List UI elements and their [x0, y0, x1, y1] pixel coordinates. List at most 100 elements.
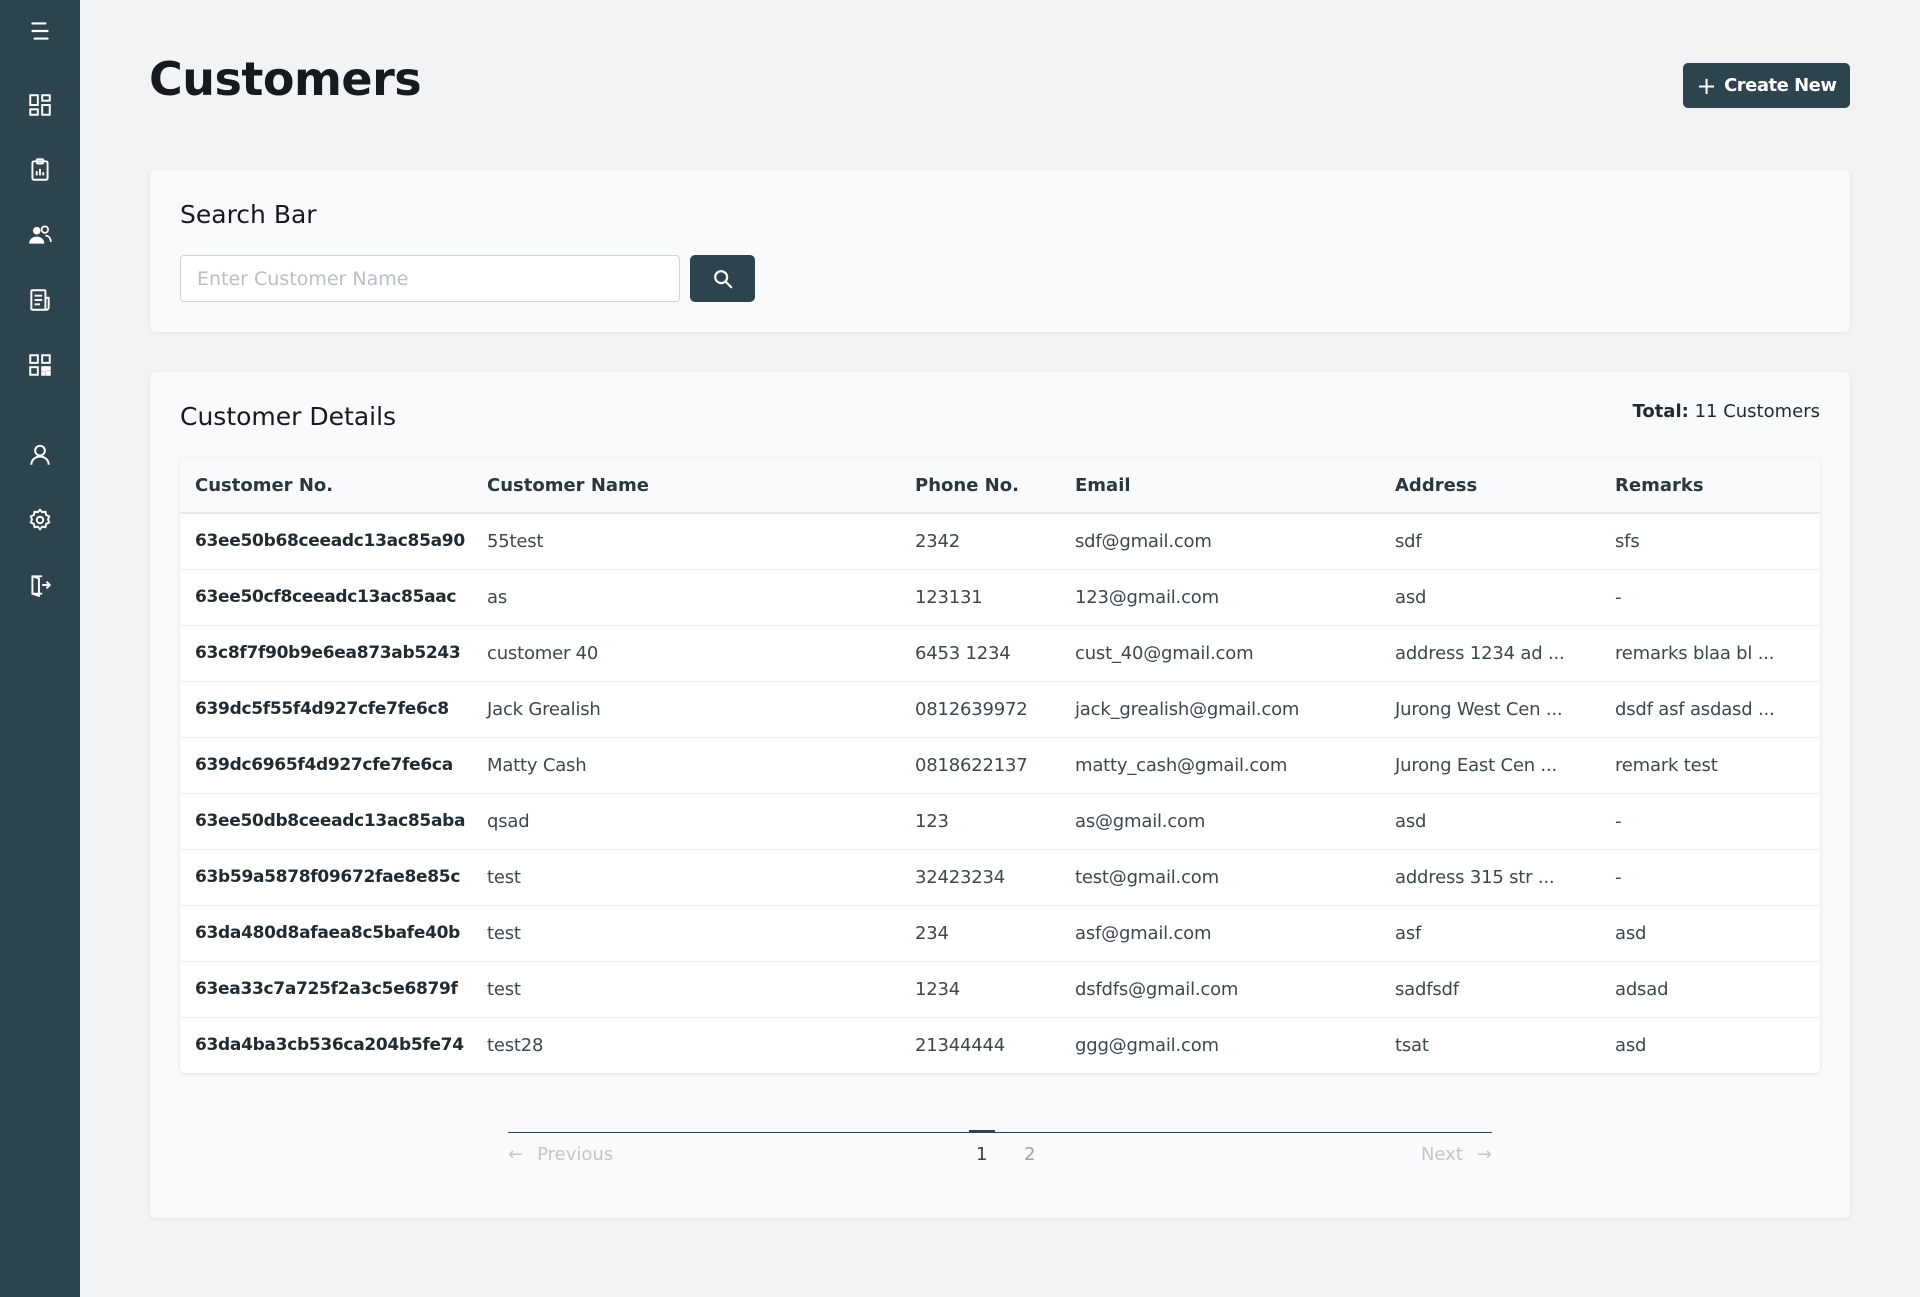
- address-cell: Jurong East Cen ...: [1395, 754, 1557, 776]
- remarks-cell: asd: [1615, 1034, 1647, 1056]
- column-header[interactable]: Address: [1380, 458, 1600, 513]
- remarks-cell: dsdf asf asdasd ...: [1615, 698, 1775, 720]
- customer-no-cell: 63da480d8afaea8c5bafe40b: [195, 923, 461, 943]
- logout-icon[interactable]: [20, 565, 60, 605]
- create-new-label: Create New: [1724, 75, 1837, 96]
- phone-cell: 6453 1234: [915, 642, 1011, 664]
- table-row[interactable]: 639dc5f55f4d927cfe7fe6c8 Jack Grealish 081…: [180, 681, 1820, 737]
- email-cell: cust_40@gmail.com: [1075, 642, 1254, 664]
- column-header[interactable]: Customer Name: [472, 458, 900, 513]
- search-title: Search Bar: [180, 200, 317, 229]
- arrow-right-icon: →: [1476, 1144, 1492, 1165]
- active-page-indicator: [969, 1130, 995, 1133]
- table-row[interactable]: 63ee50cf8ceeadc13ac85aac as 123131 123@gmai…: [180, 569, 1820, 625]
- remarks-cell: asd: [1615, 922, 1647, 944]
- customer-name-cell: as: [487, 586, 508, 608]
- customer-name-cell: test28: [487, 1034, 544, 1056]
- search-card: Search Bar: [150, 170, 1850, 332]
- phone-cell: 1234: [915, 978, 961, 1000]
- table-row[interactable]: 63ea33c7a725f2a3c5e6879f test 1234 dsfdfs@g…: [180, 961, 1820, 1017]
- email-cell: ggg@gmail.com: [1075, 1034, 1219, 1056]
- phone-cell: 21344444: [915, 1034, 1006, 1056]
- customer-no-cell: 63da4ba3cb536ca204b5fe74: [195, 1035, 464, 1056]
- address-cell: address 315 str ...: [1395, 866, 1555, 888]
- address-cell: asf: [1395, 922, 1422, 944]
- menu-icon[interactable]: [20, 11, 60, 51]
- table-header-row: Customer No. Customer Name Phone No. Ema…: [180, 458, 1820, 513]
- table-row[interactable]: 63da4ba3cb536ca204b5fe74 test28 21344444 gg…: [180, 1017, 1820, 1073]
- customer-name-cell: Matty Cash: [487, 754, 587, 776]
- email-cell: as@gmail.com: [1075, 810, 1206, 832]
- previous-button[interactable]: ← Previous: [508, 1144, 613, 1165]
- customer-no-cell: 63ea33c7a725f2a3c5e6879f: [195, 979, 458, 999]
- customer-no-cell: 639dc6965f4d927cfe7fe6ca: [195, 755, 453, 775]
- table-row[interactable]: 63ee50b68ceeadc13ac85a90 55test 2342 sdf@gm…: [180, 513, 1820, 569]
- total-value: 11 Customers: [1694, 401, 1820, 422]
- email-cell: 123@gmail.com: [1075, 586, 1219, 608]
- customer-no-cell: 63c8f7f90b9e6ea873ab5243: [195, 643, 461, 663]
- column-header[interactable]: Email: [1060, 458, 1380, 513]
- customer-no-cell: 63ee50b68ceeadc13ac85a90: [195, 531, 465, 552]
- email-cell: dsfdfs@gmail.com: [1075, 978, 1239, 1000]
- address-cell: sdf: [1395, 530, 1422, 552]
- qr-code-icon[interactable]: [20, 345, 60, 385]
- pagination-divider: [508, 1132, 1492, 1133]
- address-cell: address 1234 ad ...: [1395, 642, 1565, 664]
- page-button-1[interactable]: 1: [976, 1144, 987, 1165]
- address-cell: tsat: [1395, 1034, 1429, 1056]
- create-new-button[interactable]: + Create New: [1683, 63, 1850, 108]
- customer-no-cell: 63ee50db8ceeadc13ac85aba: [195, 811, 466, 831]
- column-header[interactable]: Phone No.: [900, 458, 1060, 513]
- customer-name-cell: 55test: [487, 530, 544, 552]
- search-input[interactable]: [180, 255, 680, 302]
- phone-cell: 0818622137: [915, 754, 1028, 776]
- arrow-left-icon: ←: [508, 1144, 524, 1165]
- customer-no-cell: 63ee50cf8ceeadc13ac85aac: [195, 587, 457, 607]
- remarks-cell: -: [1615, 810, 1622, 832]
- customers-icon[interactable]: [20, 215, 60, 255]
- pagination: ← Previous 1 2 Next →: [508, 1130, 1492, 1172]
- customer-name-cell: test: [487, 866, 521, 888]
- customer-name-cell: qsad: [487, 810, 530, 832]
- email-cell: matty_cash@gmail.com: [1075, 754, 1288, 776]
- phone-cell: 0812639972: [915, 698, 1028, 720]
- table-row[interactable]: 63b59a5878f09672fae8e85c test 32423234 test…: [180, 849, 1820, 905]
- customer-no-cell: 63b59a5878f09672fae8e85c: [195, 867, 461, 887]
- page-button-2[interactable]: 2: [1024, 1144, 1035, 1165]
- remarks-cell: sfs: [1615, 530, 1640, 552]
- remarks-cell: -: [1615, 586, 1622, 608]
- phone-cell: 123: [915, 810, 949, 832]
- sidebar: [0, 0, 80, 1297]
- settings-icon[interactable]: [20, 500, 60, 540]
- address-cell: asd: [1395, 810, 1427, 832]
- remarks-cell: remark test: [1615, 754, 1718, 776]
- total-label: Total:: [1632, 401, 1689, 422]
- remarks-cell: remarks blaa bl ...: [1615, 642, 1775, 664]
- total-count: Total: 11 Customers: [1632, 401, 1820, 422]
- remarks-cell: adsad: [1615, 978, 1669, 1000]
- email-cell: asf@gmail.com: [1075, 922, 1212, 944]
- table-row[interactable]: 63c8f7f90b9e6ea873ab5243 customer 40 6453 …: [180, 625, 1820, 681]
- column-header[interactable]: Remarks: [1600, 458, 1820, 513]
- dashboard-icon[interactable]: [20, 85, 60, 125]
- page-title: Customers: [149, 52, 422, 106]
- clipboard-chart-icon[interactable]: [20, 150, 60, 190]
- plus-icon: +: [1696, 71, 1717, 100]
- document-list-icon[interactable]: [20, 280, 60, 320]
- email-cell: sdf@gmail.com: [1075, 530, 1212, 552]
- customer-name-cell: customer 40: [487, 642, 599, 664]
- user-icon[interactable]: [20, 435, 60, 475]
- phone-cell: 123131: [915, 586, 983, 608]
- customer-name-cell: test: [487, 922, 521, 944]
- customer-name-cell: Jack Grealish: [487, 698, 601, 720]
- details-title: Customer Details: [180, 402, 397, 431]
- next-button[interactable]: Next →: [1421, 1144, 1492, 1165]
- table-row[interactable]: 63ee50db8ceeadc13ac85aba qsad 123 as@gmail.…: [180, 793, 1820, 849]
- table-row[interactable]: 63da480d8afaea8c5bafe40b test 234 asf@gmail…: [180, 905, 1820, 961]
- column-header[interactable]: Customer No.: [180, 458, 472, 513]
- table-row[interactable]: 639dc6965f4d927cfe7fe6ca Matty Cash 081862…: [180, 737, 1820, 793]
- search-button[interactable]: [690, 255, 755, 302]
- phone-cell: 32423234: [915, 866, 1006, 888]
- customer-name-cell: test: [487, 978, 521, 1000]
- previous-label: Previous: [537, 1144, 614, 1165]
